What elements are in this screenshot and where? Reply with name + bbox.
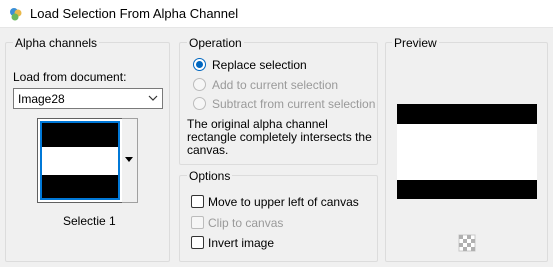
transparency-toggle-icon[interactable] [458,234,476,252]
checkbox-icon [191,216,204,229]
checkbox-icon [191,195,204,208]
operation-title: Operation [187,36,244,50]
checkbox-icon [191,236,204,249]
preview-image [397,104,537,199]
caret-down-icon [125,157,133,162]
alpha-channel-thumbnail[interactable] [37,118,124,203]
radio-unchecked-icon [193,97,206,110]
replace-selection-label: Replace selection [212,58,307,72]
radio-unchecked-icon [193,78,206,91]
thumbnail-white-band [42,147,118,175]
channel-dropdown-button[interactable] [122,118,138,203]
options-title: Options [187,169,233,183]
load-from-document-label: Load from document: [13,70,127,84]
invert-image-label: Invert image [208,236,275,250]
preview-white-band [397,124,537,180]
alpha-channels-title: Alpha channels [13,36,100,50]
preview-title: Preview [392,36,439,50]
selected-channel-preview[interactable] [40,121,120,200]
radio-checked-icon [193,58,206,71]
move-to-upper-left-label: Move to upper left of canvas [208,195,359,209]
add-to-selection-label: Add to current selection [212,78,339,92]
document-select[interactable]: Image28 [13,88,163,109]
clip-to-canvas-label: Clip to canvas [208,216,284,230]
document-select-value: Image28 [18,92,65,106]
operation-description: The original alpha channel rectangle com… [187,117,372,157]
chevron-down-icon [148,95,158,101]
app-icon [10,8,22,21]
channel-name-label: Selectie 1 [63,214,116,228]
window-title: Load Selection From Alpha Channel [30,6,239,21]
title-bar: Load Selection From Alpha Channel [0,0,553,28]
subtract-from-selection-label: Subtract from current selection [212,97,376,111]
